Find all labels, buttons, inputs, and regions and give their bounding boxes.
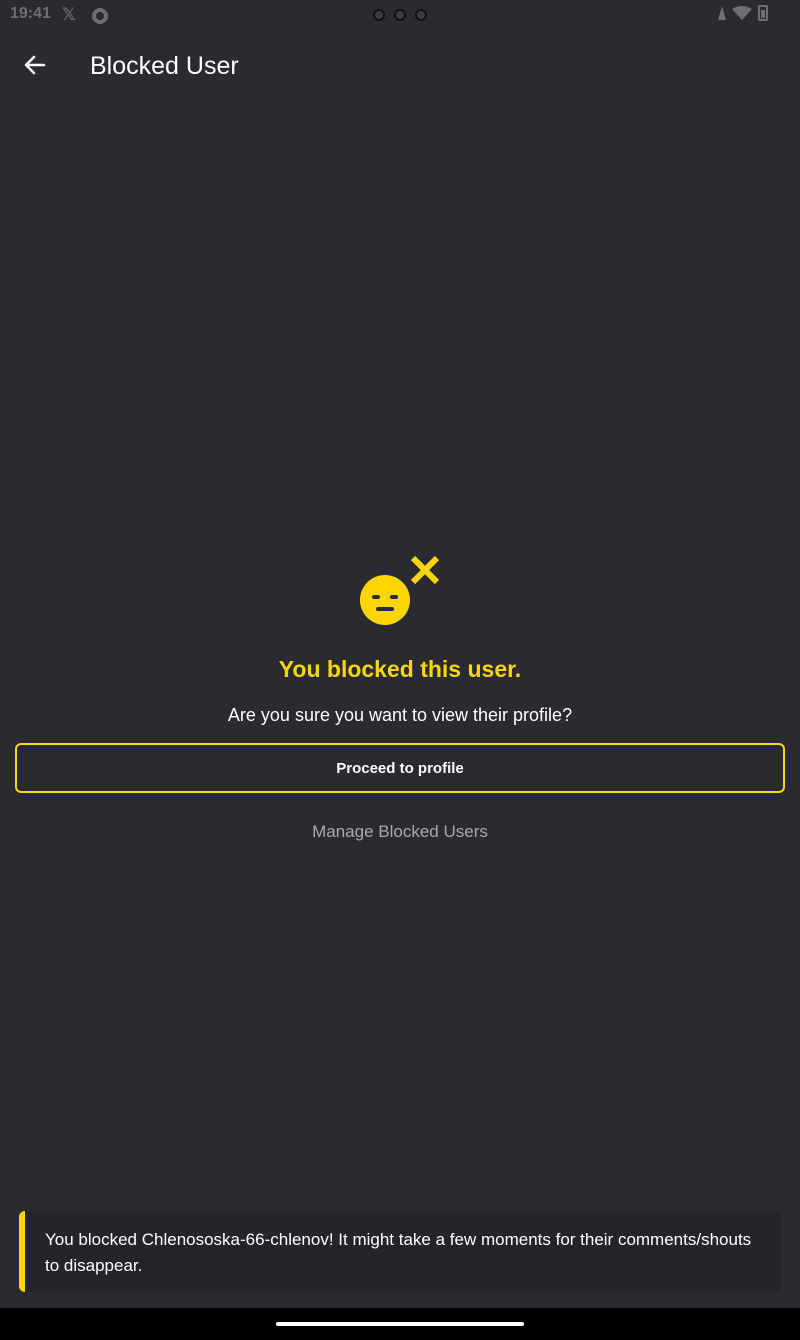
status-bar: 19:41 𝕏 bbox=[0, 0, 800, 32]
back-button[interactable] bbox=[18, 48, 52, 82]
x-app-icon: 𝕏 bbox=[62, 5, 76, 24]
manage-blocked-users-link[interactable]: Manage Blocked Users bbox=[0, 822, 800, 842]
snackbar-message: You blocked Chlenososka-66-chlenov! It m… bbox=[45, 1230, 752, 1275]
app-notification-icon bbox=[92, 8, 108, 24]
app-bar: Blocked User bbox=[0, 32, 800, 100]
battery-icon bbox=[758, 5, 768, 21]
arrow-left-icon bbox=[24, 55, 46, 75]
blocked-title: You blocked this user. bbox=[278, 656, 522, 682]
snackbar: You blocked Chlenososka-66-chlenov! It m… bbox=[19, 1211, 781, 1292]
screen: 19:41 𝕏 Blocked User You blocked this us… bbox=[0, 0, 800, 1340]
home-gesture-handle[interactable] bbox=[276, 1322, 524, 1326]
status-time: 19:41 bbox=[10, 5, 51, 22]
proceed-to-profile-button[interactable]: Proceed to profile bbox=[15, 743, 785, 793]
blocked-face-icon bbox=[355, 552, 445, 630]
camera-cutout bbox=[373, 9, 427, 21]
status-icons bbox=[718, 5, 768, 21]
page-title: Blocked User bbox=[90, 52, 239, 80]
blocked-subtitle: Are you sure you want to view their prof… bbox=[227, 705, 573, 725]
wifi-icon bbox=[732, 6, 752, 20]
signal-icon bbox=[718, 6, 726, 20]
navigation-bar bbox=[0, 1308, 800, 1340]
